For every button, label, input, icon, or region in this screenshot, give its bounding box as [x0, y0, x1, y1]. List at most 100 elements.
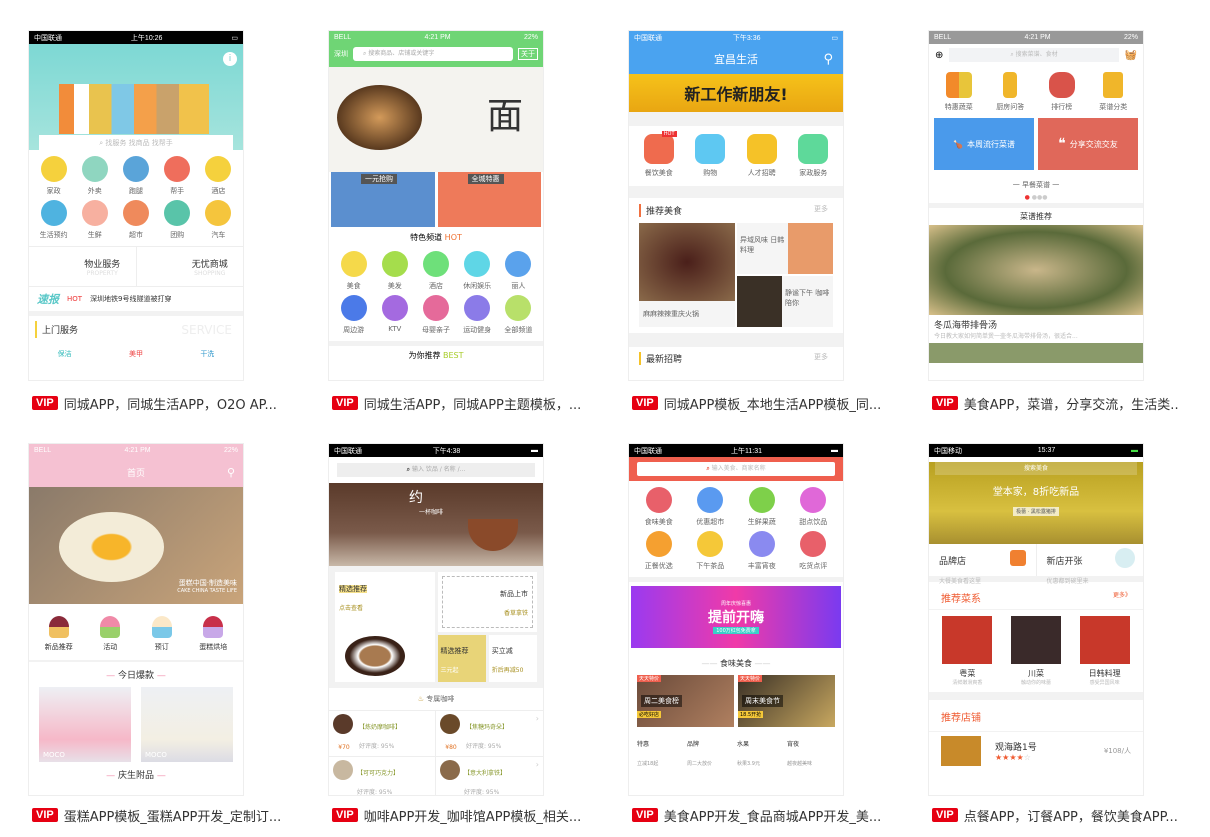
channel-icon[interactable]: 运动健身 [457, 295, 498, 335]
search-input[interactable]: ⌕ 找服务 找商品 找帮手 [39, 135, 233, 151]
city-selector[interactable]: 深圳 [334, 49, 348, 59]
more-link[interactable]: 更多》 [1113, 590, 1131, 605]
new-store-tile[interactable]: 新店开张 优惠都到碗里来 [1037, 544, 1144, 585]
channel-icon[interactable]: 周边游 [333, 295, 374, 335]
category-icon[interactable]: 正餐优选 [633, 531, 685, 571]
more-link[interactable]: 更多 [814, 352, 828, 365]
template-caption[interactable]: VIP 同城APP模板_本地生活APP模板_同... [632, 392, 881, 414]
category-icon[interactable]: 下午茶品 [685, 531, 737, 571]
template-thumbnail[interactable]: 中国联通 上午11:31 ▬ ⌕ 输入美食、商家名称 食味美食 优惠超市 生鲜果蔬 … [628, 443, 844, 796]
product-card[interactable]: MOCO [141, 687, 233, 762]
template-caption[interactable]: VIP 同城APP，同城生活APP，O2O AP... [32, 392, 277, 414]
template-thumbnail[interactable]: 中国联通 下午3:36 ▭ 宜昌生活 ⚲ 新工作新朋友! HOT 餐饮美食 购物 人才招… [628, 30, 844, 381]
about-button[interactable]: 关于 [518, 48, 538, 60]
template-caption[interactable]: VIP 美食APP开发_食品商城APP开发_美... [632, 804, 881, 826]
category-icon[interactable]: 排行榜 [1036, 72, 1088, 112]
category-icon[interactable]: 优惠超市 [685, 487, 737, 527]
shop-item[interactable]: 观海路1号 ★★★★☆ ¥108/人 [929, 732, 1143, 770]
hero-banner[interactable]: 面 [329, 67, 543, 172]
food-card[interactable]: 麻麻辣辣重庆火锅 [639, 223, 735, 327]
hero-banner[interactable]: 搜索美食 堂本家，8折吃新品 极蕾 · 黑松露猪排 [929, 462, 1143, 544]
service-icon[interactable]: 帮手 [157, 156, 198, 196]
coffee-item[interactable]: ¥80 【焦糖玛奇朵】 好评度: 95% › [436, 711, 543, 757]
template-title[interactable]: 美食APP开发_食品商城APP开发_美... [664, 806, 882, 825]
service-icon[interactable]: 跑腿 [115, 156, 156, 196]
template-thumbnail[interactable]: BELL 4:21 PM 22% ⊕ ⌕ 搜索菜谱、食材 🧺 特惠蔬菜 厨房问答 排… [928, 30, 1144, 381]
hero-banner[interactable]: 新工作新朋友! [629, 74, 843, 112]
promo-banner[interactable]: 周年庆惊喜惠 提前开嗨 100万红包免费拿 [631, 586, 841, 648]
template-caption[interactable]: VIP 蛋糕APP模板_蛋糕APP开发_定制订... [32, 804, 281, 826]
category-icon[interactable]: 生鲜果蔬 [736, 487, 788, 527]
recipe-image[interactable] [929, 225, 1143, 315]
channel-icon[interactable]: 全部频道 [498, 295, 539, 335]
template-caption[interactable]: VIP 点餐APP，订餐APP，餐饮美食APP... [932, 804, 1178, 826]
category-icon[interactable]: 食味美食 [633, 487, 685, 527]
promo-pick[interactable]: 精选推荐 点击查看 [335, 572, 435, 682]
coffee-item[interactable]: 【意大利拿铁】 好评度: 95% › [436, 757, 543, 795]
search-input[interactable]: ⌕ 输入 饮品 / 名称 /... [337, 463, 535, 477]
category-icon[interactable]: 厨房问答 [985, 72, 1037, 112]
category-icon[interactable]: HOT 餐饮美食 [633, 131, 685, 178]
template-title[interactable]: 美食APP，菜谱，分享交流，生活类.. [964, 394, 1179, 413]
search-icon[interactable]: ⚲ [227, 466, 235, 479]
category-icon[interactable]: 吃货点评 [788, 531, 840, 571]
product-card[interactable]: MOCO [39, 687, 131, 762]
template-caption[interactable]: VIP 咖啡APP开发_咖啡馆APP模板_相关... [332, 804, 581, 826]
food-card[interactable]: 静谧下午 咖啡陪你 [737, 276, 833, 327]
category-icon[interactable]: 人才招聘 [736, 134, 788, 178]
mini-deal[interactable]: 宵夜 越夜越美味 [787, 731, 835, 769]
coffee-item[interactable]: ¥70 【炼奶摩咖啡】 好评度: 95% [329, 711, 436, 757]
food-card[interactable]: 异域风味 日韩料理 [737, 223, 833, 274]
search-input[interactable]: ⌕ 输入美食、商家名称 [637, 462, 835, 476]
category-icon[interactable]: 购物 [685, 134, 737, 178]
service-icon[interactable]: 超市 [115, 200, 156, 240]
service-icon[interactable]: 酒店 [198, 156, 239, 196]
promo-property[interactable]: 物业服务 PROPERTY [29, 247, 136, 286]
mini-deal[interactable]: 水果 秋果3.9元 [737, 731, 785, 769]
channel-icon[interactable]: 丽人 [498, 251, 539, 291]
category-icon[interactable]: 家政服务 [788, 134, 840, 178]
category-icon[interactable]: 活动 [85, 616, 137, 652]
channel-icon[interactable]: KTV [374, 295, 415, 335]
channel-icon[interactable]: 酒店 [415, 251, 456, 291]
deal-card[interactable]: 天天特价 周末美食节 18.5开抢 [738, 675, 835, 727]
service-icon[interactable]: 家政 [33, 156, 74, 196]
template-thumbnail[interactable]: BELL 4:21 PM 22% 深圳 ⌕ 搜索商品、店铺或关键字 关于 面 一元抢… [328, 30, 544, 381]
cuisine-card[interactable]: 粤菜 清鲜嫩滑爽香 [942, 616, 993, 686]
template-title[interactable]: 同城生活APP，同城APP主题模板，... [364, 394, 582, 413]
basket-icon[interactable]: 🧺 [1125, 50, 1137, 61]
service-icon[interactable]: 汽车 [198, 200, 239, 240]
mini-deal[interactable]: 特惠 立减18起 [637, 731, 685, 769]
service-icon[interactable]: 生鲜 [74, 200, 115, 240]
template-title[interactable]: 同城APP模板_本地生活APP模板_同... [664, 394, 882, 413]
recipe-card[interactable]: 冬瓜海带排骨汤 今日教大家如何简单煲一壶冬瓜海带排骨汤，很适合... [929, 315, 1143, 343]
hero-banner[interactable]: 约 一杯咖啡 [329, 483, 543, 566]
template-title[interactable]: 同城APP，同城生活APP，O2O AP... [64, 394, 277, 413]
template-title[interactable]: 点餐APP，订餐APP，餐饮美食APP... [964, 806, 1178, 825]
add-icon[interactable]: ⊕ [935, 50, 943, 61]
channel-icon[interactable]: 休闲娱乐 [457, 251, 498, 291]
channel-icon[interactable]: 美食 [333, 251, 374, 291]
hero-banner[interactable]: 蛋糕中国·制造美味 CAKE CHINA TASTE LIFE [29, 487, 243, 604]
category-icon[interactable]: 新品推荐 [33, 616, 85, 652]
deal-card[interactable]: 天天特价 周二美食榜 必吃好店 [637, 675, 734, 727]
search-input[interactable]: ⌕ 搜索菜谱、食材 [949, 48, 1119, 62]
template-thumbnail[interactable]: 中国联通 上午10:26 ▭ i ⌕ 找服务 找商品 找帮手 家政 外卖 跑腿 帮手… [28, 30, 244, 381]
category-icon[interactable]: 菜谱分类 [1088, 72, 1140, 112]
more-link[interactable]: 更多 [814, 204, 828, 217]
news-ticker[interactable]: 速报 HOT 深圳地铁9号线隧道被打穿 [29, 286, 243, 311]
service-icon[interactable]: 团购 [157, 200, 198, 240]
promo-new[interactable]: 新品上市 香草拿铁 [437, 572, 537, 632]
promo-pick-2[interactable]: 精选推荐 三元起 [437, 634, 486, 682]
service-icon[interactable]: 外卖 [74, 156, 115, 196]
carousel-dots[interactable]: ● ●●● [929, 194, 1143, 201]
template-thumbnail[interactable]: BELL 4:21 PM 22% 首页 ⚲ 蛋糕中国·制造美味 CAKE CHINA T… [28, 443, 244, 796]
search-input[interactable]: 搜索美食 [935, 462, 1137, 475]
service-icon[interactable]: 生活预约 [33, 200, 74, 240]
promo-shopping[interactable]: 无忧商城 SHOPPING [135, 247, 244, 286]
channel-icon[interactable]: 美发 [374, 251, 415, 291]
category-icon[interactable]: 丰富宵夜 [736, 531, 788, 571]
deal-tile[interactable]: 全城特惠 [437, 172, 541, 227]
promo-deal[interactable]: 买立减 折后再减50 [488, 634, 537, 682]
coffee-item[interactable]: 【可可巧克力】 好评度: 95% [329, 757, 436, 795]
